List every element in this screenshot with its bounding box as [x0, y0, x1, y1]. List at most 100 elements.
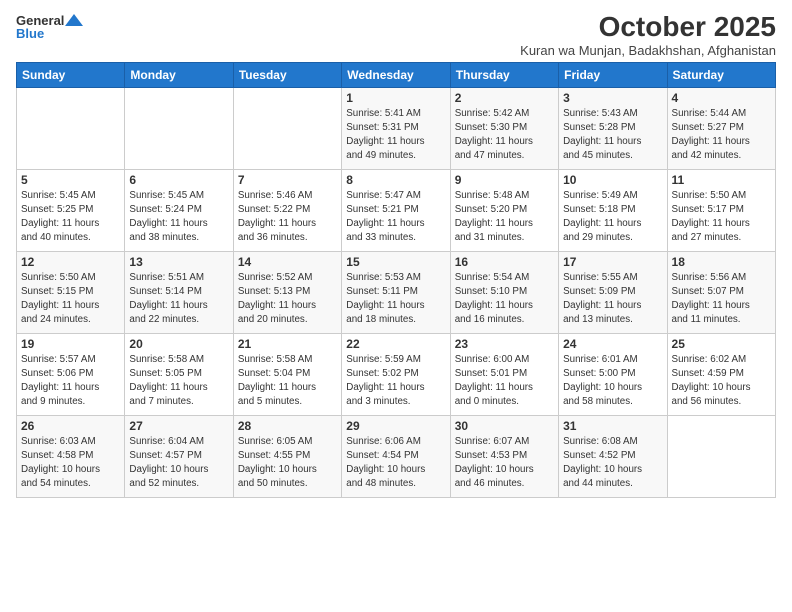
day-info: and 5 minutes. — [238, 395, 337, 409]
day-info: Sunrise: 6:07 AM — [455, 435, 554, 449]
day-number: 15 — [346, 255, 445, 269]
table-row: 22Sunrise: 5:59 AMSunset: 5:02 PMDayligh… — [342, 333, 450, 415]
day-number: 20 — [129, 337, 228, 351]
header: General Blue October 2025 Kuran wa Munja… — [16, 12, 776, 58]
day-info: and 40 minutes. — [21, 231, 120, 245]
day-info: and 58 minutes. — [563, 395, 662, 409]
day-info: Sunrise: 6:04 AM — [129, 435, 228, 449]
day-info: Sunset: 5:17 PM — [672, 203, 771, 217]
col-monday: Monday — [125, 62, 233, 87]
day-info: Sunrise: 5:53 AM — [346, 271, 445, 285]
day-info: Daylight: 10 hours — [238, 463, 337, 477]
day-info: and 22 minutes. — [129, 313, 228, 327]
day-info: Daylight: 11 hours — [455, 381, 554, 395]
table-row: 8Sunrise: 5:47 AMSunset: 5:21 PMDaylight… — [342, 169, 450, 251]
day-info: Sunset: 5:30 PM — [455, 121, 554, 135]
day-info: Sunset: 5:24 PM — [129, 203, 228, 217]
day-number: 30 — [455, 419, 554, 433]
title-block: October 2025 Kuran wa Munjan, Badakhshan… — [520, 12, 776, 58]
day-info: Sunset: 5:06 PM — [21, 367, 120, 381]
day-info: Sunset: 5:02 PM — [346, 367, 445, 381]
day-number: 10 — [563, 173, 662, 187]
table-row: 6Sunrise: 5:45 AMSunset: 5:24 PMDaylight… — [125, 169, 233, 251]
day-info: Daylight: 11 hours — [563, 217, 662, 231]
day-info: Sunset: 5:05 PM — [129, 367, 228, 381]
table-row: 2Sunrise: 5:42 AMSunset: 5:30 PMDaylight… — [450, 87, 558, 169]
day-info: and 44 minutes. — [563, 477, 662, 491]
day-info: Sunrise: 6:01 AM — [563, 353, 662, 367]
day-number: 9 — [455, 173, 554, 187]
table-row: 9Sunrise: 5:48 AMSunset: 5:20 PMDaylight… — [450, 169, 558, 251]
day-info: Daylight: 11 hours — [455, 299, 554, 313]
day-info: Sunset: 5:13 PM — [238, 285, 337, 299]
table-row: 13Sunrise: 5:51 AMSunset: 5:14 PMDayligh… — [125, 251, 233, 333]
day-info: Sunset: 5:31 PM — [346, 121, 445, 135]
day-info: Sunset: 5:22 PM — [238, 203, 337, 217]
day-info: Daylight: 11 hours — [238, 299, 337, 313]
day-info: Sunrise: 6:08 AM — [563, 435, 662, 449]
day-info: and 33 minutes. — [346, 231, 445, 245]
day-info: and 38 minutes. — [129, 231, 228, 245]
day-info: Daylight: 11 hours — [455, 217, 554, 231]
day-info: and 0 minutes. — [455, 395, 554, 409]
table-row: 29Sunrise: 6:06 AMSunset: 4:54 PMDayligh… — [342, 415, 450, 497]
table-row: 12Sunrise: 5:50 AMSunset: 5:15 PMDayligh… — [17, 251, 125, 333]
day-info: Sunrise: 5:46 AM — [238, 189, 337, 203]
table-row: 11Sunrise: 5:50 AMSunset: 5:17 PMDayligh… — [667, 169, 775, 251]
day-number: 12 — [21, 255, 120, 269]
day-info: Daylight: 11 hours — [455, 135, 554, 149]
day-info: Daylight: 11 hours — [346, 299, 445, 313]
day-info: Sunrise: 5:52 AM — [238, 271, 337, 285]
calendar-body: 1Sunrise: 5:41 AMSunset: 5:31 PMDaylight… — [17, 87, 776, 497]
day-number: 21 — [238, 337, 337, 351]
day-number: 31 — [563, 419, 662, 433]
day-info: and 27 minutes. — [672, 231, 771, 245]
day-number: 18 — [672, 255, 771, 269]
day-number: 13 — [129, 255, 228, 269]
day-info: Daylight: 11 hours — [346, 135, 445, 149]
day-info: Daylight: 11 hours — [672, 217, 771, 231]
table-row: 16Sunrise: 5:54 AMSunset: 5:10 PMDayligh… — [450, 251, 558, 333]
day-info: Sunset: 4:55 PM — [238, 449, 337, 463]
day-info: Sunset: 5:20 PM — [455, 203, 554, 217]
day-info: and 13 minutes. — [563, 313, 662, 327]
day-info: Daylight: 11 hours — [21, 217, 120, 231]
day-info: Sunrise: 6:02 AM — [672, 353, 771, 367]
day-info: Daylight: 10 hours — [563, 463, 662, 477]
day-info: Sunrise: 5:45 AM — [129, 189, 228, 203]
day-info: Sunrise: 5:49 AM — [563, 189, 662, 203]
day-info: Daylight: 11 hours — [346, 381, 445, 395]
day-info: Sunset: 5:14 PM — [129, 285, 228, 299]
day-info: Sunset: 5:21 PM — [346, 203, 445, 217]
day-number: 29 — [346, 419, 445, 433]
day-info: and 36 minutes. — [238, 231, 337, 245]
day-info: Sunset: 4:52 PM — [563, 449, 662, 463]
day-info: Sunset: 4:59 PM — [672, 367, 771, 381]
logo-blue: Blue — [16, 26, 44, 41]
table-row — [667, 415, 775, 497]
day-info: Sunset: 5:27 PM — [672, 121, 771, 135]
day-info: and 49 minutes. — [346, 149, 445, 163]
day-info: Daylight: 11 hours — [129, 217, 228, 231]
day-number: 26 — [21, 419, 120, 433]
day-info: Sunrise: 5:45 AM — [21, 189, 120, 203]
day-info: Sunrise: 5:51 AM — [129, 271, 228, 285]
day-info: Sunrise: 6:06 AM — [346, 435, 445, 449]
day-info: Sunrise: 5:44 AM — [672, 107, 771, 121]
day-info: Sunset: 5:11 PM — [346, 285, 445, 299]
page-container: General Blue October 2025 Kuran wa Munja… — [0, 0, 792, 506]
day-info: and 48 minutes. — [346, 477, 445, 491]
day-info: Daylight: 10 hours — [455, 463, 554, 477]
day-info: Sunset: 5:07 PM — [672, 285, 771, 299]
day-info: and 50 minutes. — [238, 477, 337, 491]
day-info: Sunrise: 5:54 AM — [455, 271, 554, 285]
day-info: Sunset: 5:10 PM — [455, 285, 554, 299]
day-number: 27 — [129, 419, 228, 433]
day-info: Sunrise: 6:05 AM — [238, 435, 337, 449]
day-info: and 29 minutes. — [563, 231, 662, 245]
table-row: 20Sunrise: 5:58 AMSunset: 5:05 PMDayligh… — [125, 333, 233, 415]
day-info: Sunrise: 5:41 AM — [346, 107, 445, 121]
day-info: and 31 minutes. — [455, 231, 554, 245]
col-thursday: Thursday — [450, 62, 558, 87]
day-info: Daylight: 11 hours — [672, 135, 771, 149]
